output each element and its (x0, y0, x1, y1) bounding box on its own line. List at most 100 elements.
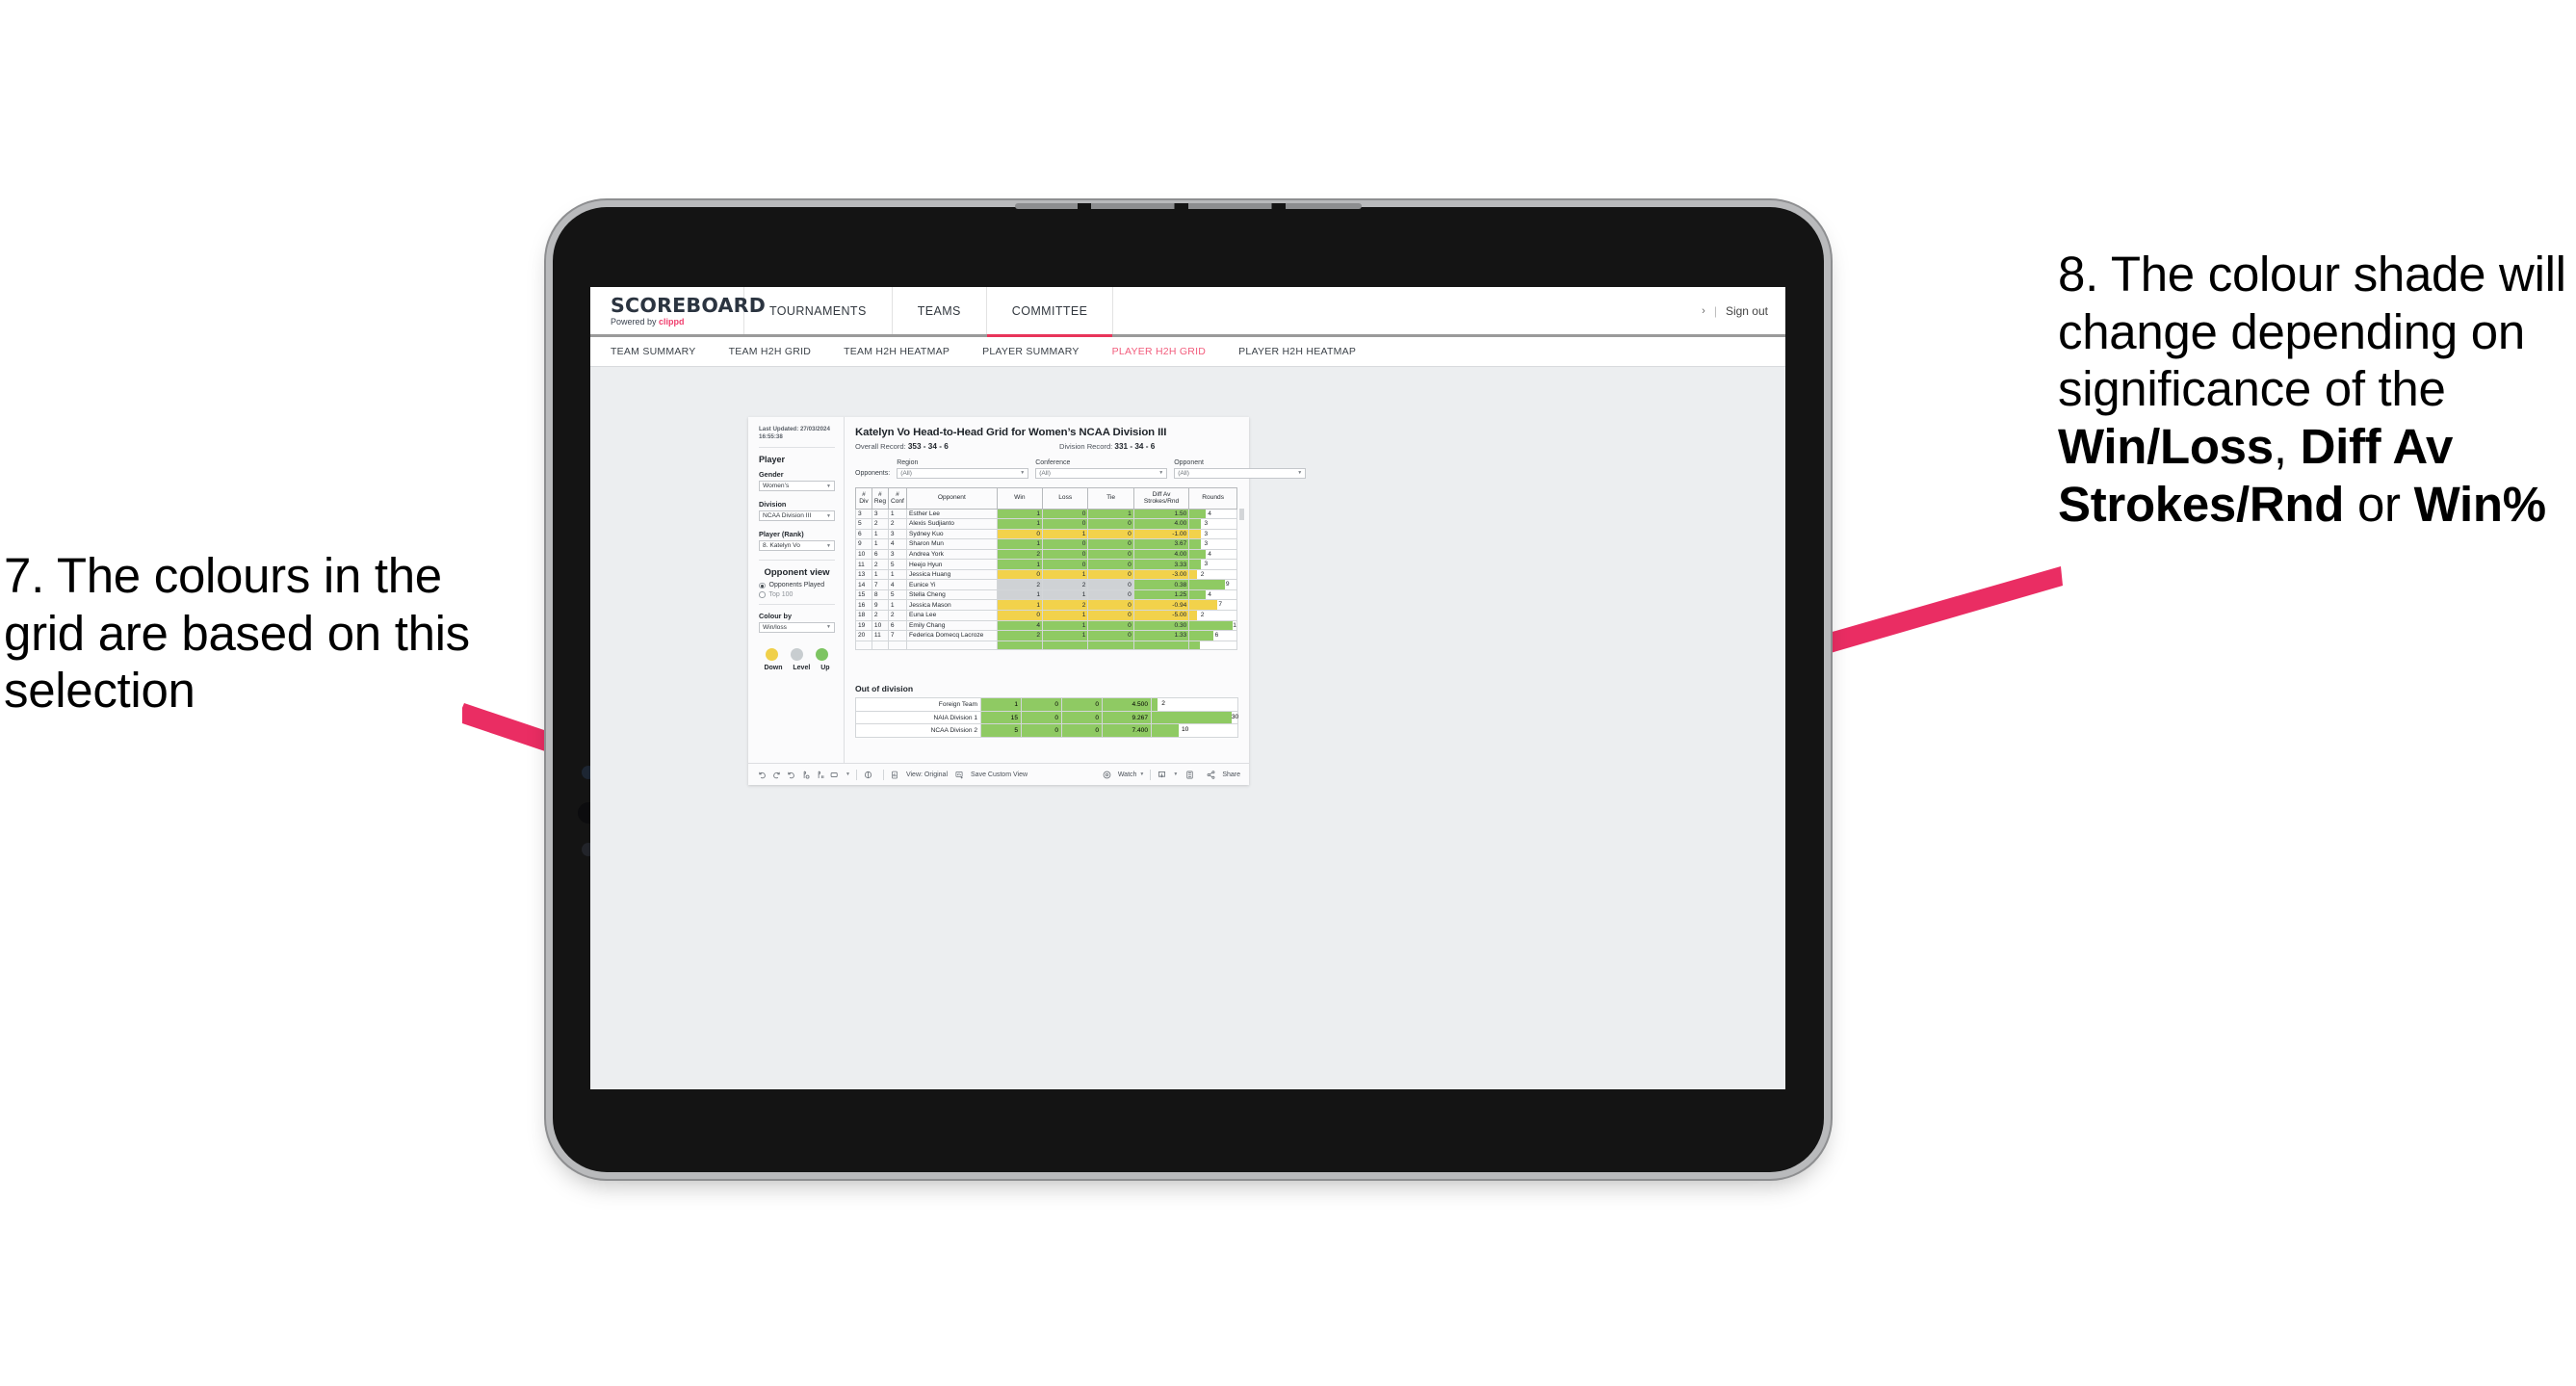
col-header-conf[interactable]: # Conf (887, 486, 908, 510)
revert-button[interactable] (786, 770, 800, 780)
revert-icon (786, 770, 800, 780)
table-row[interactable]: NAIA Division 1 15 0 0 9.267 30 (855, 710, 1238, 725)
select-colour-by[interactable]: Win/loss ▼ (759, 621, 835, 633)
radio-label: Top 100 (768, 590, 794, 598)
share-icon (1206, 770, 1220, 780)
table-row[interactable]: 15 8 5 Stella Cheng 1 1 0 1.25 4 (855, 588, 1237, 601)
cell-diff: 1.25 (1132, 588, 1190, 601)
table-row[interactable]: 18 2 2 Euna Lee 0 1 0 -5.00 2 (855, 609, 1237, 621)
select-gender[interactable]: Women’s ▼ (759, 481, 835, 492)
table-row[interactable]: NCAA Division 2 5 0 0 7.400 10 (855, 723, 1238, 738)
table-row[interactable]: 11 2 5 Heejo Hyun 1 0 0 3.33 3 (855, 559, 1237, 570)
cell-loss: 2 (1042, 579, 1089, 590)
save-view-icon (954, 770, 969, 780)
pause-updates-button[interactable] (815, 770, 829, 780)
top-navigation-bar: SCOREBOARD Powered by clippd TOURNAMENTS… (590, 287, 1785, 337)
nav-item-tournaments[interactable]: TOURNAMENTS (744, 287, 893, 334)
cell-group-name: NCAA Division 2 (855, 723, 981, 738)
table-row[interactable]: 5 2 2 Alexis Sudjianto 1 0 0 4.00 3 (855, 518, 1237, 530)
cell-rounds: 2 (1188, 609, 1237, 621)
filter-region-label: Region (897, 459, 919, 466)
grid-scrollbar[interactable] (1239, 508, 1244, 520)
table-row[interactable]: 14 7 4 Eunice Yi 2 2 0 0.38 9 (855, 579, 1237, 590)
download-icon (1157, 770, 1171, 780)
table-row[interactable]: 9 1 4 Sharon Mun 1 0 0 3.67 3 (855, 538, 1237, 550)
col-header-opponent[interactable]: Opponent (906, 486, 998, 510)
filter-conference-select[interactable]: (All) ▼ (1035, 467, 1168, 479)
table-row[interactable]: 3 3 1 Esther Lee 1 0 1 1.50 4 (855, 508, 1237, 520)
col-header-diff[interactable]: Diff Av Strokes/Rnd (1132, 486, 1190, 510)
cell-tie: 0 (1087, 630, 1134, 641)
col-header-rounds[interactable]: Rounds (1188, 486, 1237, 510)
redo-button[interactable] (771, 770, 786, 780)
label-division: Division (759, 500, 787, 510)
cell-diff: -3.00 (1132, 568, 1190, 581)
cell-conf: 5 (887, 588, 908, 601)
cell-rounds: 7 (1188, 599, 1237, 611)
overall-record: Overall Record: 353 - 34 - 6 (855, 442, 1059, 451)
cell-diff: 4.00 (1132, 548, 1190, 561)
tab-player-h2h-grid[interactable]: PLAYER H2H GRID (1112, 346, 1207, 357)
table-row[interactable]: 6 1 3 Sydney Kuo 0 1 0 -1.00 3 (855, 528, 1237, 540)
refresh-data-button[interactable] (800, 770, 815, 780)
tab-player-summary[interactable]: PLAYER SUMMARY (982, 346, 1080, 357)
radio-opponents-played[interactable]: Opponents Played (759, 582, 835, 588)
tab-team-h2h-grid[interactable]: TEAM H2H GRID (729, 346, 812, 357)
cell-loss: 1 (1042, 568, 1089, 581)
cell-tie: 0 (1087, 538, 1134, 550)
nav-item-committee[interactable]: COMMITTEE (986, 287, 1114, 337)
cell-win: 0 (996, 528, 1044, 540)
col-header-div[interactable]: # Div (855, 486, 872, 510)
share-button[interactable]: Share (1206, 770, 1240, 780)
filter-region-select[interactable]: (All) ▼ (897, 467, 1029, 479)
cell-conf: 3 (887, 528, 908, 540)
divider (855, 769, 857, 780)
cell-rounds: 4 (1188, 548, 1237, 561)
table-row[interactable]: Foreign Team 1 0 0 4.500 2 (855, 697, 1238, 712)
cell-tie: 0 (1087, 619, 1134, 632)
fit-dropdown[interactable]: ▼ (829, 770, 850, 780)
col-header-loss[interactable]: Loss (1042, 486, 1089, 510)
cell-win: 15 (980, 710, 1022, 725)
nav-item-teams[interactable]: TEAMS (893, 287, 987, 334)
brand-logo[interactable]: SCOREBOARD Powered by clippd (590, 287, 766, 334)
watch-button[interactable]: Watch ▼ (1102, 770, 1144, 780)
cell-tie: 0 (1087, 609, 1134, 621)
sheet-body: Last Updated: 27/03/2024 16:55:38 Player… (748, 417, 1307, 763)
table-row[interactable]: 20 11 7 Federica Domecq Lacroze 2 1 0 1.33 6 (855, 630, 1237, 641)
highlight-button[interactable] (863, 770, 877, 780)
col-header-reg[interactable]: # Reg (871, 486, 889, 510)
select-division-value: NCAA Division III (763, 512, 812, 520)
select-player-rank[interactable]: 8. Katelyn Vo ▼ (759, 540, 835, 552)
save-custom-view-button[interactable]: Save Custom View (954, 770, 1028, 780)
col-header-win[interactable]: Win (996, 486, 1044, 510)
undo-button[interactable] (757, 770, 771, 780)
legend-label-level: Level (793, 664, 811, 671)
cell-reg: 1 (871, 528, 889, 540)
sign-out-link[interactable]: Sign out (1726, 304, 1768, 318)
radio-top-100[interactable]: Top 100 (759, 591, 835, 598)
select-division[interactable]: NCAA Division III ▼ (759, 510, 835, 522)
tab-player-h2h-heatmap[interactable]: PLAYER H2H HEATMAP (1238, 346, 1356, 357)
view-original-button[interactable]: View: Original (890, 770, 948, 780)
cell-div: 19 (855, 619, 872, 632)
filter-region-value: (All) (900, 469, 912, 477)
tab-team-h2h-heatmap[interactable]: TEAM H2H HEATMAP (844, 346, 950, 357)
divider (1150, 769, 1152, 780)
cell-loss: 1 (1042, 609, 1089, 621)
filter-conference-label: Conference (1035, 459, 1071, 466)
fullscreen-button[interactable] (1184, 770, 1199, 780)
table-row[interactable]: 10 6 3 Andrea York 2 0 0 4.00 4 (855, 548, 1237, 561)
table-row[interactable]: 13 1 1 Jessica Huang 0 1 0 -3.00 2 (855, 568, 1237, 581)
col-header-tie[interactable]: Tie (1087, 486, 1134, 510)
legend-dot-level (790, 647, 803, 661)
h2h-grid-wrapper: # Div # Reg # Conf Opponent Win Loss Tie Di… (855, 486, 1244, 674)
tab-team-summary[interactable]: TEAM SUMMARY (611, 346, 696, 357)
download-button[interactable]: ▼ (1157, 770, 1178, 780)
filter-opponent-select[interactable]: (All) ▼ (1174, 467, 1307, 479)
table-row[interactable]: 16 9 1 Jessica Mason 1 2 0 -0.94 7 (855, 599, 1237, 611)
vendor-name: clippd (659, 316, 685, 327)
table-row[interactable]: 19106Emily Chang4100.3011 (855, 619, 1237, 632)
dashboard-sheet: Last Updated: 27/03/2024 16:55:38 Player… (748, 417, 1307, 785)
chevron-right-icon[interactable]: › (1702, 305, 1705, 317)
